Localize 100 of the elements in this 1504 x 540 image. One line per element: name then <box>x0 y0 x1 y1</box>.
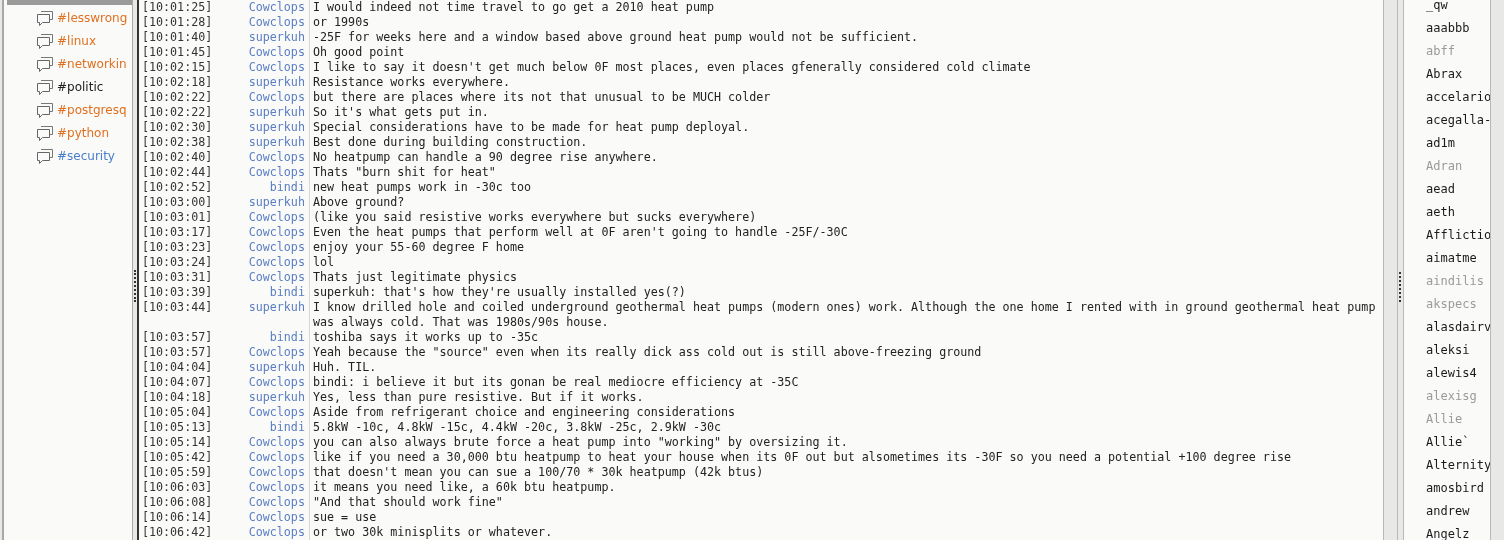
user-nick[interactable]: akspecs <box>1426 294 1477 313</box>
user-nick[interactable]: aindilis <box>1426 271 1484 290</box>
user-nick[interactable]: aaabbb <box>1426 18 1470 37</box>
timestamp: [10:05:42] <box>140 450 213 464</box>
message-text: you can also always brute force a heat pump into "working" by oversizing it. <box>312 435 849 450</box>
nickname[interactable]: superkuh <box>216 390 305 405</box>
message-text: Thats just legitimate physics <box>312 270 518 285</box>
user-nick[interactable]: alasdairv <box>1426 317 1490 336</box>
user-nick[interactable]: accelario <box>1426 87 1490 106</box>
nickname[interactable]: superkuh <box>216 120 305 135</box>
user-nick[interactable]: Afflictio <box>1426 225 1490 244</box>
user-nick[interactable]: _qw <box>1426 0 1448 14</box>
message-text: lol <box>312 255 336 270</box>
nickname[interactable]: Cowclops <box>216 45 305 60</box>
channel-item[interactable]: #lesswrong <box>57 8 128 27</box>
user-nick[interactable]: Allie` <box>1426 432 1470 451</box>
nickname[interactable]: Cowclops <box>216 240 305 255</box>
user-nick[interactable]: Allie <box>1426 409 1463 428</box>
timestamp: [10:01:28] <box>140 15 213 29</box>
nickname[interactable]: Cowclops <box>216 375 305 390</box>
channel-item[interactable]: #politic <box>57 77 104 96</box>
nickname[interactable]: Cowclops <box>216 150 305 165</box>
user-nick[interactable]: aimatme <box>1426 248 1477 267</box>
message-text: Even the heat pumps that perform well at 0F aren't going to handle -25F/-30C <box>312 225 849 240</box>
message-text: toshiba says it works up to -35c <box>312 330 540 345</box>
timestamp: [10:03:23] <box>140 240 213 254</box>
message-text: Aside from refrigerant choice and engineering considerations <box>312 405 737 420</box>
chat-bubble-icon <box>36 78 54 95</box>
channel-item[interactable]: #security <box>57 146 115 165</box>
nickname[interactable]: bindi <box>216 330 305 345</box>
message-text: I know drilled hole and coiled underground geothermal heat pumps (modern ones) work. Although the one home I rented with in ground geothermal heat pump was always cold. That was 1980s/90s house. <box>312 300 1377 330</box>
channel-item[interactable]: #python <box>57 123 110 142</box>
user-nick[interactable]: Adran <box>1426 156 1463 175</box>
user-nick[interactable]: Angelz <box>1426 524 1470 540</box>
nickname[interactable]: Cowclops <box>216 510 305 525</box>
nickname[interactable]: Cowclops <box>216 210 305 225</box>
channel-item[interactable]: #networkin <box>57 54 127 73</box>
user-nick[interactable]: ad1m <box>1426 133 1455 152</box>
user-nick[interactable]: aead <box>1426 179 1455 198</box>
timestamp: [10:02:40] <box>140 150 213 164</box>
nickname[interactable]: superkuh <box>216 105 305 120</box>
timestamp: [10:06:03] <box>140 480 213 494</box>
nickname[interactable]: Cowclops <box>216 90 305 105</box>
nickname[interactable]: Cowclops <box>216 60 305 75</box>
message-text: Thats "burn shit for heat" <box>312 165 497 180</box>
chat-bubble-icon <box>36 32 54 49</box>
nickname[interactable]: superkuh <box>216 75 305 90</box>
nickname[interactable]: Cowclops <box>216 270 305 285</box>
user-nick[interactable]: andrew <box>1426 501 1470 520</box>
channel-item[interactable]: #postgresq <box>57 100 127 119</box>
timestamp: [10:02:22] <box>140 105 213 119</box>
nickname[interactable]: bindi <box>216 285 305 300</box>
pane-handle[interactable] <box>133 270 136 302</box>
nickname[interactable]: Cowclops <box>216 465 305 480</box>
timestamp: [10:01:45] <box>140 45 213 59</box>
timestamp: [10:03:00] <box>140 195 213 209</box>
nickname[interactable]: superkuh <box>216 135 305 150</box>
nickname[interactable]: Cowclops <box>216 255 305 270</box>
channel-item[interactable]: #linux <box>57 31 97 50</box>
pane-handle[interactable] <box>1399 272 1402 302</box>
user-nick[interactable]: amosbird <box>1426 478 1484 497</box>
nickname[interactable]: Cowclops <box>216 405 305 420</box>
nickname[interactable]: bindi <box>216 180 305 195</box>
nickname[interactable]: Cowclops <box>216 525 305 540</box>
user-nick[interactable]: Abrax <box>1426 64 1463 83</box>
user-nick[interactable]: alexisg <box>1426 386 1477 405</box>
timestamp: [10:01:40] <box>140 30 213 44</box>
user-nick[interactable]: alewis4 <box>1426 363 1477 382</box>
nickname[interactable]: Cowclops <box>216 15 305 30</box>
nickname[interactable]: Cowclops <box>216 480 305 495</box>
nickname[interactable]: Cowclops <box>216 450 305 465</box>
timestamp: [10:02:30] <box>140 120 213 134</box>
nickname[interactable]: superkuh <box>216 300 305 315</box>
chat-bubble-icon <box>36 9 54 26</box>
message-text: or 1990s <box>312 15 371 30</box>
message-text: Huh. TIL. <box>312 360 378 375</box>
nickname[interactable]: Cowclops <box>216 165 305 180</box>
chat-bubble-icon <box>36 55 54 72</box>
nickname[interactable]: Cowclops <box>216 495 305 510</box>
user-nick[interactable]: aleksi <box>1426 340 1470 359</box>
user-nick[interactable]: aeth <box>1426 202 1455 221</box>
user-nick[interactable]: acegalla- <box>1426 110 1490 129</box>
nickname[interactable]: Cowclops <box>216 0 305 15</box>
message-text: Best done during building construction. <box>312 135 589 150</box>
user-nick[interactable]: Alternity <box>1426 455 1490 474</box>
nickname[interactable]: Cowclops <box>216 345 305 360</box>
nickname[interactable]: Cowclops <box>216 435 305 450</box>
nickname[interactable]: superkuh <box>216 195 305 210</box>
nickname[interactable]: Cowclops <box>216 225 305 240</box>
nickname[interactable]: bindi <box>216 420 305 435</box>
message-text: that doesn't mean you can sue a 100/70 * 30k heatpump (42k btus) <box>312 465 765 480</box>
timestamp: [10:04:07] <box>140 375 213 389</box>
nickname[interactable]: superkuh <box>216 30 305 45</box>
timestamp: [10:02:38] <box>140 135 213 149</box>
message-text: bindi: i believe it but its gonan be real mediocre efficiency at -35C <box>312 375 800 390</box>
scrollbar[interactable] <box>1383 0 1399 540</box>
nickname[interactable]: superkuh <box>216 360 305 375</box>
timestamp: [10:03:44] <box>140 300 213 314</box>
timestamp: [10:02:44] <box>140 165 213 179</box>
user-nick[interactable]: abff <box>1426 41 1455 60</box>
